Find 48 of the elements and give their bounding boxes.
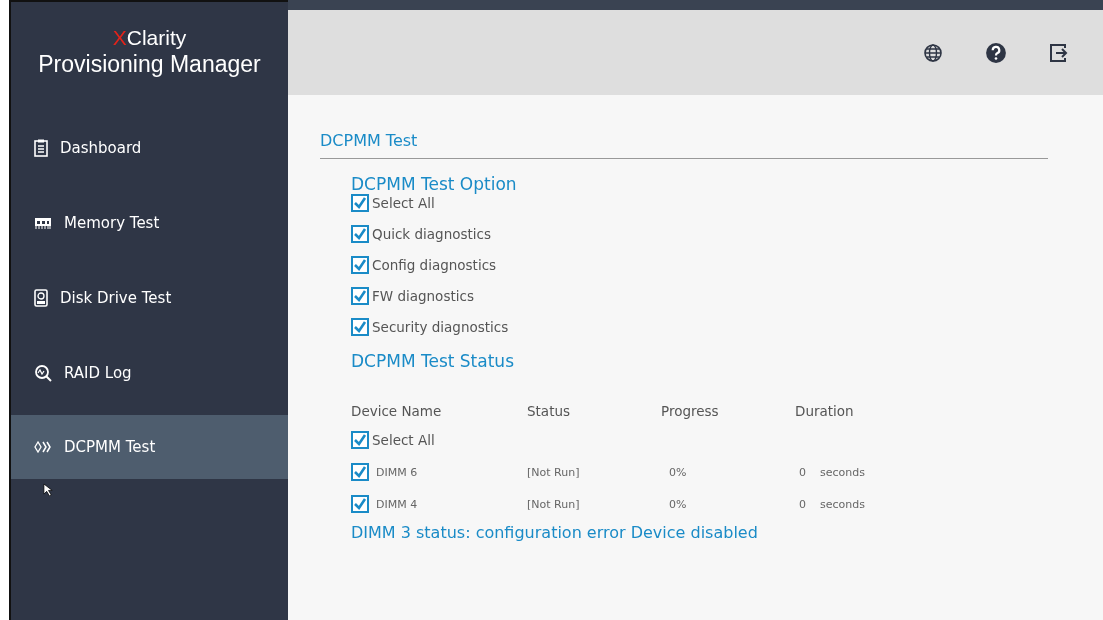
memory-chip-icon: [34, 215, 52, 230]
checkbox[interactable]: [351, 287, 369, 305]
checkbox[interactable]: [351, 225, 369, 243]
globe-icon[interactable]: [923, 42, 943, 63]
status-message: DIMM 3 status: configuration error Device disabled: [351, 523, 759, 542]
nav-item[interactable]: RAID Log: [11, 335, 288, 410]
product-name: Provisioning Manager: [38, 50, 261, 78]
checkbox[interactable]: [351, 194, 369, 212]
checkbox[interactable]: [351, 431, 369, 449]
checkbox[interactable]: [351, 318, 369, 336]
mouse-cursor-icon: [43, 483, 54, 496]
option-label: Select All: [372, 432, 435, 448]
column-header: Status: [527, 403, 572, 419]
help-icon[interactable]: [985, 41, 1007, 64]
clipboard-icon: [34, 138, 48, 157]
progress-cell-text: 0%: [668, 497, 688, 511]
page-title: DCPMM Test: [320, 131, 1048, 159]
section-heading: DCPMM Test Option: [351, 175, 518, 194]
duration-unit: seconds: [820, 465, 865, 479]
duration-value: 0: [799, 465, 806, 479]
option-label: Quick diagnostics: [372, 226, 491, 242]
duration-unit: seconds: [820, 497, 865, 511]
column-header: Duration: [795, 403, 855, 419]
device-name: DIMM 6: [376, 465, 418, 479]
checkbox[interactable]: [351, 495, 369, 513]
option-label: FW diagnostics: [372, 288, 474, 304]
nav-item[interactable]: Disk Drive Test: [11, 260, 288, 335]
device-name: DIMM 4: [376, 497, 418, 511]
status-cell-text: [Not Run]: [527, 465, 581, 479]
section-heading: DCPMM Test Status: [351, 352, 515, 371]
chevrons-icon: [34, 441, 52, 453]
magnifier-icon: [34, 363, 52, 382]
nav-item[interactable]: DCPMM Test: [11, 415, 288, 479]
brand-logo: XClarity: [112, 26, 187, 50]
option-label: Security diagnostics: [372, 319, 509, 335]
column-header: Progress: [661, 403, 720, 419]
progress-cell-text: 0%: [668, 465, 688, 479]
checkbox[interactable]: [351, 463, 369, 481]
option-label: Select All: [372, 195, 435, 211]
exit-icon[interactable]: [1049, 42, 1069, 63]
nav-item[interactable]: Dashboard: [11, 110, 288, 185]
status-cell-text: [Not Run]: [527, 497, 581, 511]
option-label: Config diagnostics: [372, 257, 497, 273]
duration-value: 0: [799, 497, 806, 511]
column-header: Device Name: [351, 403, 443, 419]
disk-drive-icon: [34, 288, 48, 307]
nav-item[interactable]: Memory Test: [11, 185, 288, 260]
checkbox[interactable]: [351, 256, 369, 274]
